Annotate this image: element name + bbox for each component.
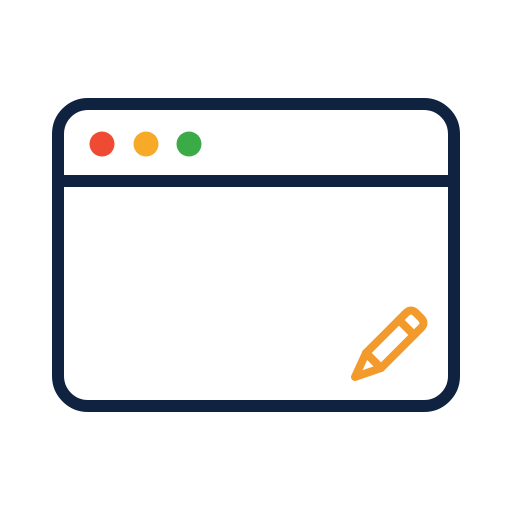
browser-window-edit-icon: [52, 98, 460, 412]
window-frame-icon: [52, 98, 460, 412]
close-dot-icon: [89, 131, 115, 157]
minimize-dot-icon: [133, 131, 159, 157]
maximize-dot-icon: [176, 131, 202, 157]
app-icon-canvas: [0, 0, 512, 512]
